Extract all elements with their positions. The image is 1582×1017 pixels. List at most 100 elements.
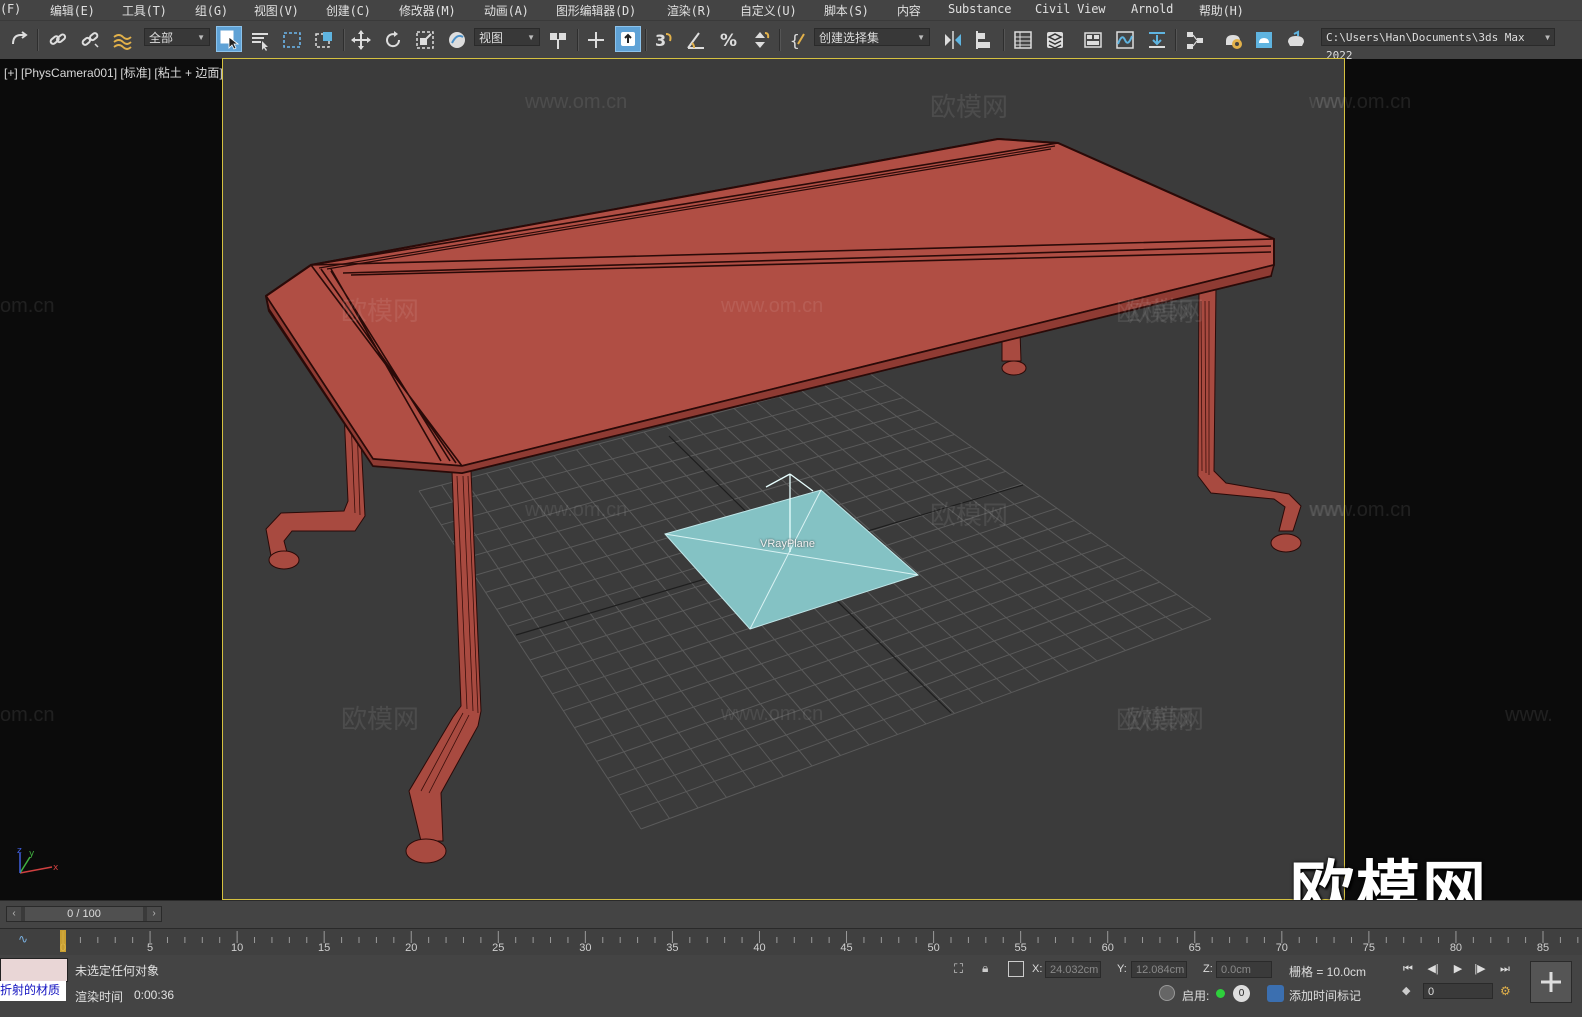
watermark-url: www.om.cn xyxy=(721,295,824,317)
scene-explorer-icon[interactable] xyxy=(1010,27,1036,53)
timeline-tick-label: 25 xyxy=(492,942,504,954)
select-by-name-icon[interactable] xyxy=(247,27,273,53)
rectangular-selection-icon[interactable] xyxy=(279,27,305,53)
redo-icon[interactable] xyxy=(6,27,32,53)
keyboard-shortcut-icon[interactable] xyxy=(615,26,641,52)
menu-view[interactable]: 视图(V) xyxy=(254,2,299,19)
table-leg-front xyxy=(405,470,482,864)
time-slider[interactable]: ‹ 0 / 100 › xyxy=(6,906,162,922)
render-production-icon[interactable] xyxy=(1283,27,1309,53)
link-icon[interactable] xyxy=(45,27,71,53)
watermark-url: om.cn xyxy=(0,704,55,726)
placement-icon[interactable] xyxy=(444,27,470,53)
mini-curve-editor-icon[interactable]: ∿ xyxy=(18,932,40,948)
go-to-end-icon[interactable]: ⏭ xyxy=(1495,961,1515,977)
watermark-url: www.om.cn xyxy=(525,499,628,521)
timeline-tick-label: 5 xyxy=(147,942,153,954)
menu-modifiers[interactable]: 修改器(M) xyxy=(399,2,456,19)
unlink-icon[interactable] xyxy=(77,27,103,53)
selection-filter-dropdown[interactable]: 全部 ▼ xyxy=(144,28,210,46)
watermark: 欧模网 xyxy=(930,500,1009,530)
menu-group[interactable]: 组(G) xyxy=(195,2,228,19)
menu-animation[interactable]: 动画(A) xyxy=(484,2,529,19)
key-mode-icon[interactable]: ◆ xyxy=(1402,984,1410,997)
table-leg-right xyxy=(1197,285,1302,553)
status-indicator-icon xyxy=(1216,989,1225,998)
select-manipulate-icon[interactable] xyxy=(583,27,609,53)
menu-scripting[interactable]: 脚本(S) xyxy=(824,2,869,19)
edit-named-selection-icon[interactable]: { xyxy=(785,27,811,53)
snap-3d-icon[interactable]: 3 xyxy=(651,27,677,53)
time-slider-text[interactable]: 0 / 100 xyxy=(25,907,143,921)
angle-snap-icon[interactable] xyxy=(683,27,709,53)
timeline-tick-label: 70 xyxy=(1276,942,1288,954)
schematic-view-icon[interactable] xyxy=(1182,27,1208,53)
select-object-icon[interactable] xyxy=(216,26,242,52)
move-icon[interactable] xyxy=(348,27,374,53)
menu-customize[interactable]: 自定义(U) xyxy=(740,2,797,19)
bind-spacewarp-icon[interactable] xyxy=(109,27,135,53)
percent-snap-icon[interactable]: % xyxy=(715,27,741,53)
menu-arnold[interactable]: Arnold xyxy=(1131,2,1173,16)
menu-content[interactable]: 内容 xyxy=(897,2,921,19)
play-icon[interactable]: ▶︎ xyxy=(1448,961,1468,977)
next-frame-icon[interactable]: |▶︎ xyxy=(1470,961,1490,977)
menu-civil-view[interactable]: Civil View xyxy=(1035,2,1105,16)
material-name[interactable]: 折射的材质 xyxy=(0,981,66,1001)
layer-explorer-icon[interactable] xyxy=(1042,27,1068,53)
chevron-left-icon[interactable]: ‹ xyxy=(7,907,21,921)
camera-viewport[interactable]: 欧模网 www.om.cn 欧模网 www.om.cn 欧模网 www.om.c… xyxy=(222,58,1345,900)
viewport-scene xyxy=(265,138,1302,864)
curve-editor-icon[interactable] xyxy=(1112,27,1138,53)
align-icon[interactable] xyxy=(972,27,998,53)
rotate-icon[interactable] xyxy=(380,27,406,53)
menu-tools[interactable]: 工具(T) xyxy=(122,2,167,19)
adaptive-degradation-icon[interactable] xyxy=(1159,985,1175,1001)
previous-frame-icon[interactable]: ◀︎| xyxy=(1423,961,1443,977)
menu-rendering[interactable]: 渲染(R) xyxy=(667,2,712,19)
window-crossing-icon[interactable] xyxy=(311,27,337,53)
timeline-tick-label: 60 xyxy=(1102,942,1114,954)
lock-icon[interactable]: 🔒︎ xyxy=(982,961,998,977)
material-swatch[interactable] xyxy=(0,958,68,982)
absolute-mode-icon[interactable] xyxy=(1008,961,1024,977)
vray-plane-light[interactable] xyxy=(664,473,919,630)
svg-text:{: { xyxy=(790,31,800,50)
table-leg-left xyxy=(265,410,366,570)
watermark-url: www.om.cn xyxy=(1309,499,1412,521)
mirror-icon[interactable] xyxy=(940,27,966,53)
spinner-snap-icon[interactable] xyxy=(747,27,773,53)
render-setup-icon[interactable] xyxy=(1220,27,1246,53)
menu-file[interactable]: (F) xyxy=(0,2,21,16)
right-viewport-area xyxy=(1345,59,1582,900)
toggle-ribbon-icon[interactable] xyxy=(1080,27,1106,53)
pivot-center-icon[interactable] xyxy=(545,27,571,53)
scale-icon[interactable] xyxy=(412,27,438,53)
y-coordinate-field[interactable]: 12.084cm xyxy=(1131,961,1187,978)
viewport-label[interactable]: [+] [PhysCamera001] [标准] [粘土 + 边面] xyxy=(4,64,223,81)
menu-substance[interactable]: Substance xyxy=(948,2,1011,16)
time-tag-icon[interactable] xyxy=(1267,985,1284,1002)
chevron-right-icon[interactable]: › xyxy=(147,907,161,921)
x-coordinate-field[interactable]: 24.032cm xyxy=(1045,961,1101,978)
menu-edit[interactable]: 编辑(E) xyxy=(50,2,95,19)
named-selection-dropdown[interactable]: 创建选择集 ▼ xyxy=(814,28,930,46)
menu-help[interactable]: 帮助(H) xyxy=(1199,2,1244,19)
time-config-icon[interactable]: ⚙ xyxy=(1500,984,1511,998)
dope-sheet-icon[interactable] xyxy=(1144,27,1170,53)
watermark-url: www.om.cn xyxy=(525,91,628,113)
viewport-navigation-icon[interactable] xyxy=(1530,961,1572,1003)
go-to-start-icon[interactable]: ⏮ xyxy=(1398,961,1418,977)
menu-create[interactable]: 创建(C) xyxy=(326,2,371,19)
reference-coordinate-dropdown[interactable]: 视图 ▼ xyxy=(474,28,540,46)
isolate-selection-icon[interactable]: ⛶ xyxy=(954,961,970,977)
current-frame-field[interactable]: 0 xyxy=(1423,983,1493,999)
timeline-tick-label: 85 xyxy=(1537,942,1549,954)
rendered-frame-window-icon[interactable] xyxy=(1251,27,1277,53)
add-time-tag[interactable]: 添加时间标记 xyxy=(1289,987,1361,1004)
current-frame-marker xyxy=(60,930,66,952)
z-coordinate-field[interactable]: 0.0cm xyxy=(1216,961,1272,978)
project-folder-dropdown[interactable]: C:\Users\Han\Documents\3ds Max 2022 ▼ xyxy=(1321,28,1555,62)
track-bar[interactable]: 0510152025303540455055606570758085 xyxy=(0,928,1582,956)
menu-graph-editors[interactable]: 图形编辑器(D) xyxy=(556,2,636,19)
